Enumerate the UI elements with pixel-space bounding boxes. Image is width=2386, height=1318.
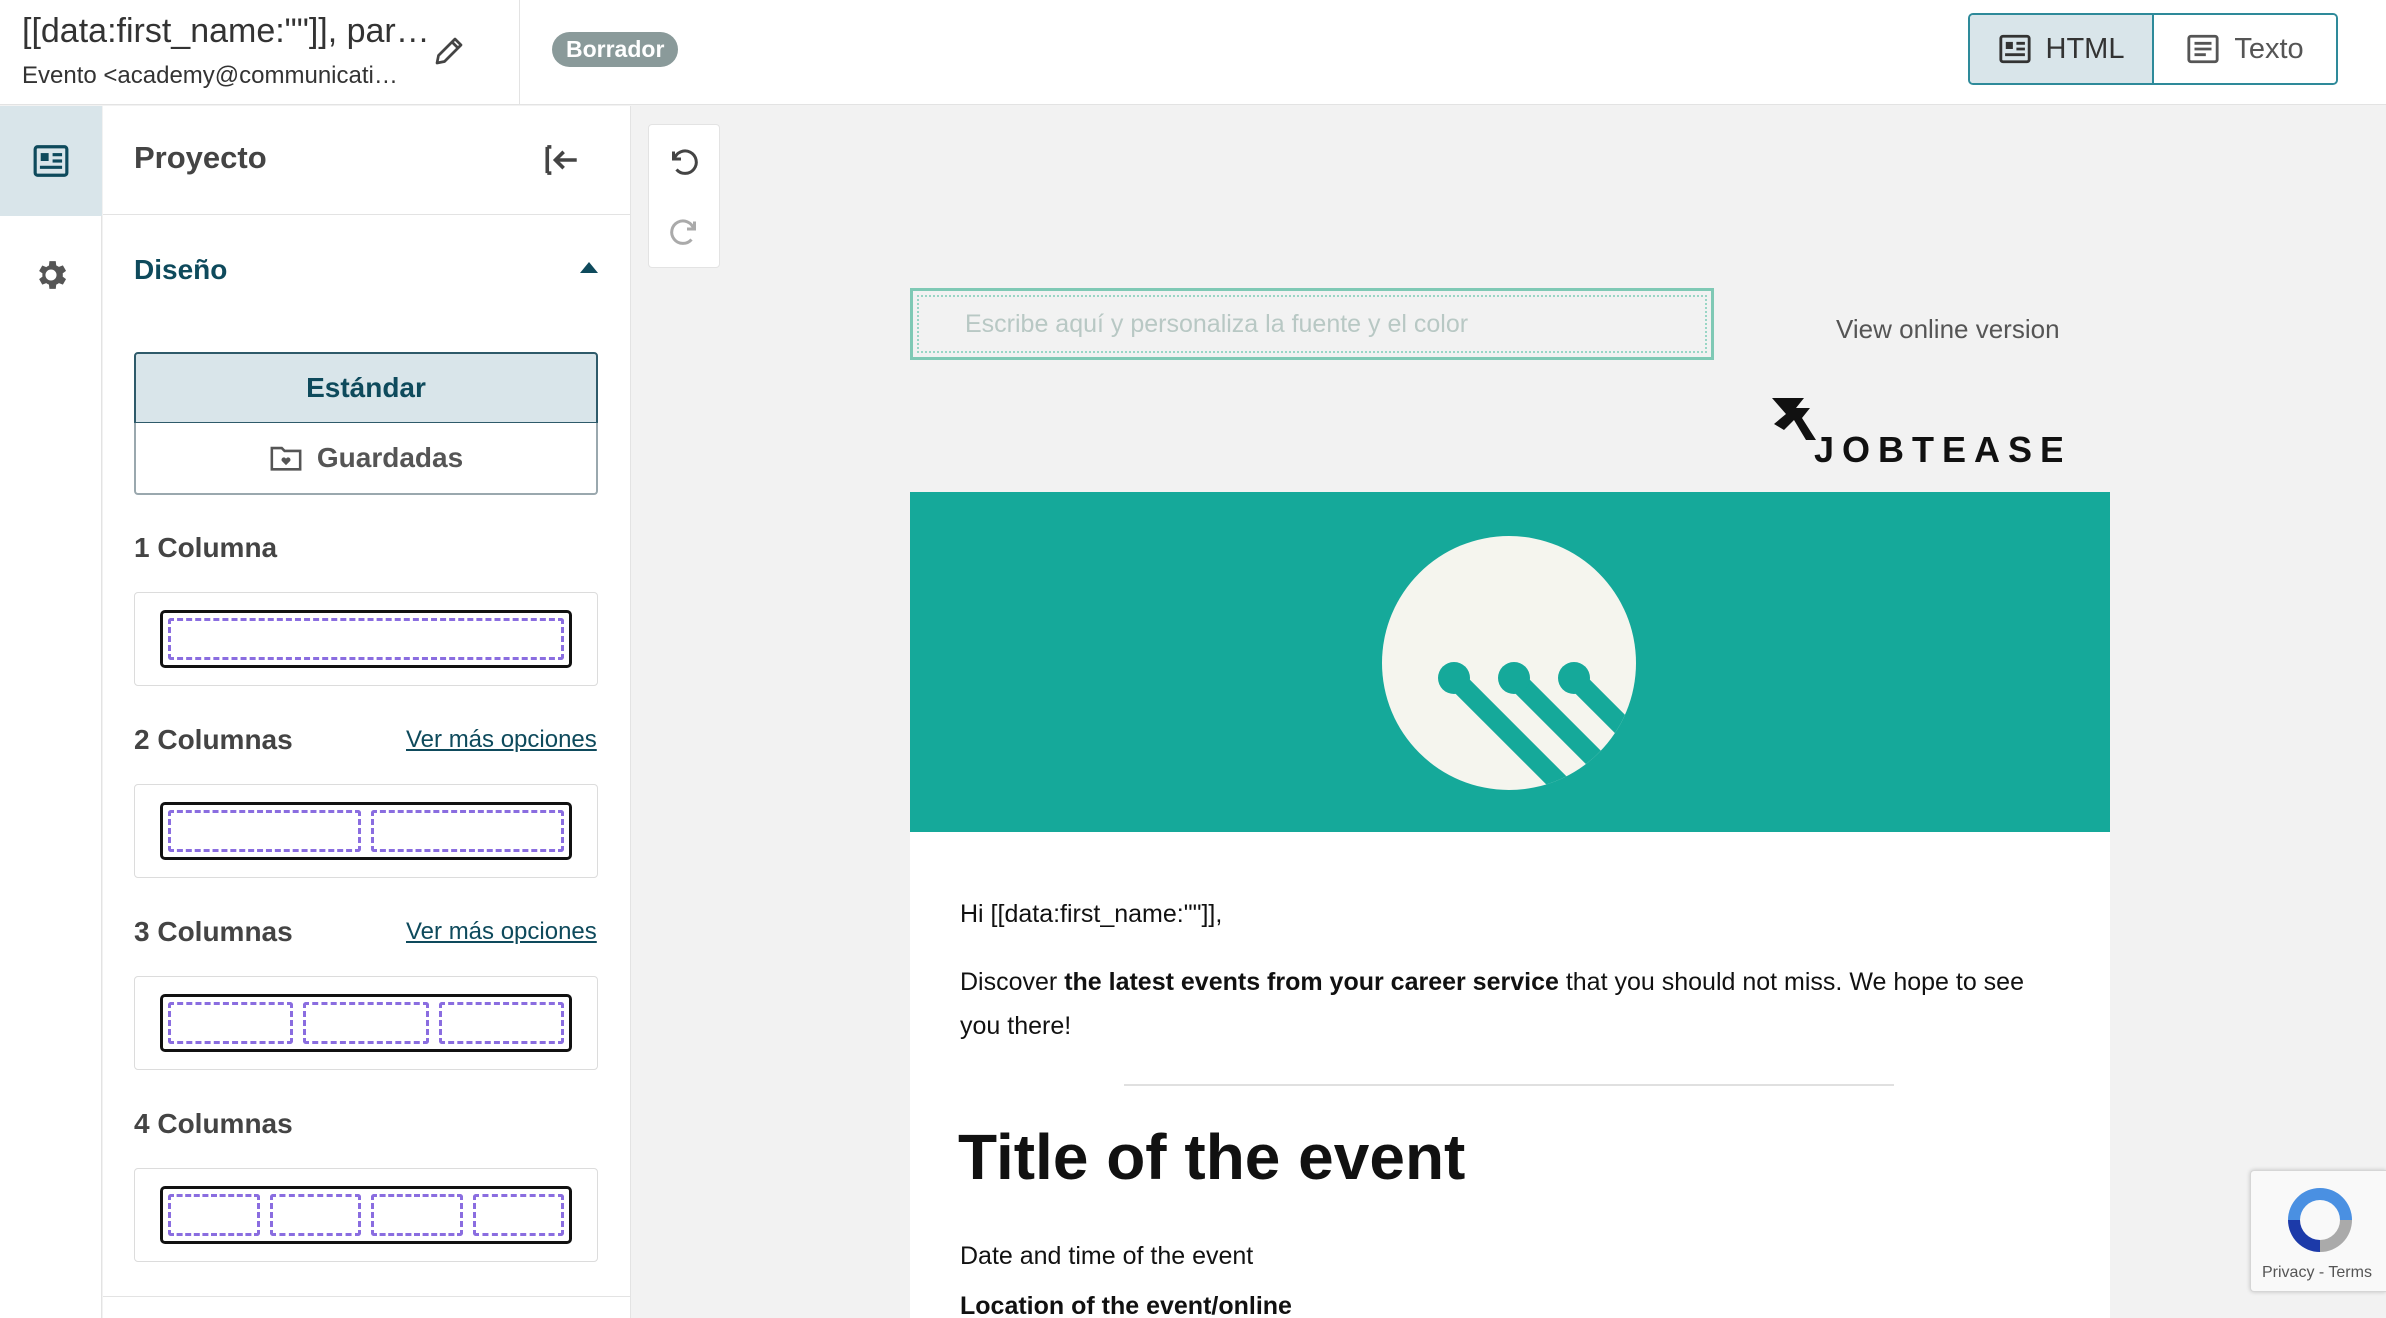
caret-up-icon[interactable] [580,262,598,273]
event-title[interactable]: Title of the event [958,1120,1465,1194]
folder-heart-icon [270,446,302,471]
campaign-sender: Evento <academy@communicati… [22,62,398,89]
gear-icon [39,261,67,289]
event-date[interactable]: Date and time of the event [960,1242,1253,1271]
top-divider [519,0,520,105]
layout-frame [160,994,572,1052]
layout-icon [33,145,69,177]
undo-button[interactable] [648,134,720,190]
layout-option-3-columns[interactable] [134,976,598,1070]
layout-slot [168,1194,260,1236]
greeting-text[interactable]: Hi [[data:first_name:""]], [960,900,1222,929]
layout-slot [438,1002,564,1044]
view-html-label: HTML [2045,32,2125,65]
recaptcha-links[interactable]: Privacy - Terms [2262,1264,2372,1282]
jobteaser-logo: JOBTEASER [1772,398,2062,470]
undo-icon [672,149,698,175]
rail-project-button[interactable] [0,106,102,216]
layout-slot [269,1194,361,1236]
tab-saved-label: Guardadas [316,442,464,473]
layout-slot [371,1194,463,1236]
panel-divider [103,214,631,215]
html-layout-icon [1998,34,2031,64]
collapse-left-icon [545,145,577,175]
panel-title: Proyecto [134,140,267,175]
section-label-2-columns: 2 Columnas [134,724,293,755]
view-text-label: Texto [2234,32,2304,65]
design-section-toggle[interactable]: Diseño [134,254,227,286]
intro-text-start: Discover [960,968,1065,996]
layout-frame [160,610,572,668]
layout-slot [168,1002,294,1044]
pencil-icon [435,37,463,65]
tab-standard[interactable]: Estándar [134,352,598,424]
preheader-block[interactable]: Escribe aquí y personaliza la fuente y e… [910,288,1714,360]
section-label-1-column: 1 Columna [134,532,278,563]
content-divider [1124,1084,1894,1086]
edit-title-button[interactable] [428,30,470,72]
collapse-panel-button[interactable] [540,138,584,182]
logo-wordmark: JOBTEASER [1814,429,2062,470]
view-mode-toggle: HTML Texto [1968,13,2338,85]
layout-option-4-columns[interactable] [134,1168,598,1262]
event-logo-icon [1382,536,1636,790]
status-badge: Borrador [552,32,679,67]
section-label-4-columns: 4 Columnas [134,1108,293,1139]
event-location[interactable]: Location of the event/online [960,1292,1292,1318]
more-options-link-3-columns[interactable]: Ver más opciones [406,918,597,946]
tab-saved[interactable]: Guardadas [134,423,598,495]
layout-option-1-column[interactable] [134,592,598,686]
intro-text-bold: the latest events from your career servi… [1064,968,1559,996]
layout-slot [472,1194,564,1236]
layout-slot [168,618,564,660]
rail-settings-button[interactable] [0,220,102,330]
layout-frame [160,802,572,860]
section-label-3-columns: 3 Columnas [134,916,293,947]
more-options-link-2-columns[interactable]: Ver más opciones [406,726,597,754]
view-html-button[interactable]: HTML [1970,15,2154,83]
recaptcha-icon [2288,1188,2352,1252]
layout-slot [168,810,361,852]
campaign-title: [[data:first_name:""]], par… [22,12,430,50]
view-text-button[interactable]: Texto [2154,15,2336,83]
layout-frame [160,1186,572,1244]
text-document-icon [2187,34,2219,64]
view-online-link[interactable]: View online version [1836,314,2060,345]
redo-button[interactable] [648,204,720,260]
redo-icon [670,219,696,245]
panel-divider-bottom [103,1296,631,1297]
intro-paragraph[interactable]: Discover the latest events from your car… [960,960,2040,1048]
preheader-input[interactable]: Escribe aquí y personaliza la fuente y e… [917,295,1707,353]
layout-slot [371,810,564,852]
layout-option-2-columns[interactable] [134,784,598,878]
layout-slot [303,1002,429,1044]
